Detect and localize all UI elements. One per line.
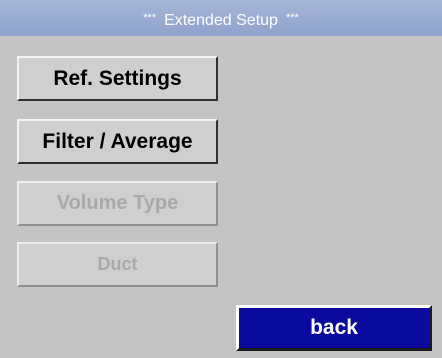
volume-type-button[interactable]: Volume Type bbox=[17, 181, 218, 226]
title-stars-left: *** bbox=[143, 12, 157, 24]
title-stars-right: *** bbox=[285, 12, 299, 24]
back-button[interactable]: back bbox=[236, 305, 432, 351]
duct-button[interactable]: Duct bbox=[17, 242, 218, 287]
ref-settings-button[interactable]: Ref. Settings bbox=[17, 56, 218, 101]
page-title: Extended Setup bbox=[164, 12, 278, 29]
extended-setup-screen: *** Extended Setup *** Ref. Settings Filte… bbox=[0, 0, 442, 358]
filter-average-button[interactable]: Filter / Average bbox=[17, 119, 218, 164]
title-bar: *** Extended Setup *** bbox=[0, 0, 442, 36]
